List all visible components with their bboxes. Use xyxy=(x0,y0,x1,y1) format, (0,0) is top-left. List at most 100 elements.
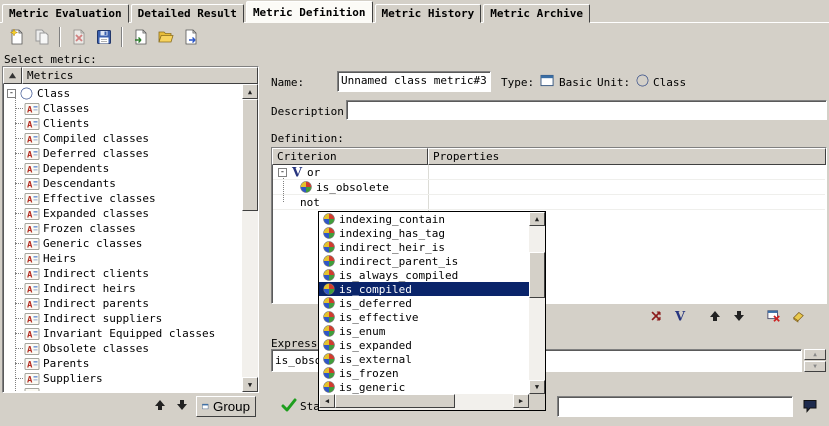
criterion-icon xyxy=(323,297,335,309)
new-metric-button[interactable] xyxy=(4,25,29,49)
dropdown-item[interactable]: is_expanded xyxy=(319,338,529,352)
scroll-up-button[interactable]: ▲ xyxy=(804,349,826,360)
move-metric-down-button[interactable] xyxy=(172,397,192,415)
tree-item[interactable]: Frozen classes xyxy=(4,221,241,236)
open-metric-button[interactable] xyxy=(153,25,178,49)
tree-scrollbar[interactable]: ▲ ▼ xyxy=(242,84,258,392)
tree-item[interactable]: Parents xyxy=(4,356,241,371)
dropdown-item[interactable]: is_enum xyxy=(319,324,529,338)
tree-item[interactable]: Effective classes xyxy=(4,191,241,206)
import-metric-button[interactable] xyxy=(128,25,153,49)
properties-column-header[interactable]: Properties xyxy=(428,148,826,165)
criterion-column-header[interactable]: Criterion xyxy=(272,148,428,165)
tab-detailed-result[interactable]: Detailed Result xyxy=(131,4,244,23)
criterion-icon xyxy=(323,269,335,281)
name-input[interactable]: Unnamed class metric#3 xyxy=(337,71,491,92)
dropdown-item[interactable]: indirect_heir_is xyxy=(319,240,529,254)
scroll-right-button[interactable]: ▶ xyxy=(513,394,529,408)
move-criterion-down-button[interactable] xyxy=(728,307,750,325)
tree-item[interactable]: Invariant Equipped classes xyxy=(4,326,241,341)
tree-item[interactable]: Indirect clients xyxy=(4,266,241,281)
tree-root-class[interactable]: - Class xyxy=(4,86,241,101)
dropdown-item[interactable]: is_effective xyxy=(319,310,529,324)
tree-item[interactable]: Compiled classes xyxy=(4,131,241,146)
definition-label: Definition: xyxy=(271,132,344,145)
swap-criterion-button[interactable] xyxy=(645,307,667,325)
tree-item[interactable]: Suppliers xyxy=(4,371,241,386)
delete-metric-button[interactable] xyxy=(66,25,91,49)
result-field[interactable] xyxy=(557,396,793,417)
change-operator-button[interactable] xyxy=(669,307,691,325)
speech-bubble-icon xyxy=(802,398,818,414)
scrollbar-thumb[interactable] xyxy=(335,394,455,408)
dropdown-item[interactable]: is_frozen xyxy=(319,366,529,380)
copy-metric-button[interactable] xyxy=(29,25,54,49)
scroll-down-button[interactable]: ▼ xyxy=(529,380,545,394)
scroll-down-button[interactable]: ▼ xyxy=(804,361,826,372)
tree-item[interactable]: Heirs xyxy=(4,251,241,266)
description-input[interactable] xyxy=(346,100,827,120)
import-metric-icon xyxy=(133,29,149,45)
criterion-icon xyxy=(323,353,335,365)
move-criterion-up-button[interactable] xyxy=(704,307,726,325)
metric-icon xyxy=(24,177,40,191)
scroll-left-button[interactable]: ◀ xyxy=(319,394,335,408)
criterion-row-or[interactable]: - or xyxy=(273,165,825,180)
metric-tree: - Class Classes Clients Compiled classes… xyxy=(4,84,241,391)
sort-ascending-icon xyxy=(8,71,17,80)
criterion-row-not[interactable]: not xyxy=(273,195,825,210)
tab-metric-history[interactable]: Metric History xyxy=(375,4,482,23)
scroll-down-button[interactable]: ▼ xyxy=(242,377,258,392)
tree-item[interactable]: Expanded classes xyxy=(4,206,241,221)
tree-item[interactable]: Indirect parents xyxy=(4,296,241,311)
clear-definition-button[interactable] xyxy=(787,307,809,325)
dropdown-item[interactable]: is_deferred xyxy=(319,296,529,310)
tab-metric-evaluation[interactable]: Metric Evaluation xyxy=(2,4,129,23)
group-toggle-button[interactable]: Group xyxy=(196,396,256,417)
toolbar-separator xyxy=(121,27,123,47)
tree-item-partial[interactable] xyxy=(4,386,241,391)
metric-icon xyxy=(24,237,40,251)
tab-bar: Metric Evaluation Detailed Result Metric… xyxy=(2,1,590,23)
dropdown-item[interactable]: is_always_compiled xyxy=(319,268,529,282)
tab-metric-archive[interactable]: Metric Archive xyxy=(483,4,590,23)
move-metric-up-button[interactable] xyxy=(150,397,170,415)
save-metric-button[interactable] xyxy=(91,25,116,49)
metrics-column-header[interactable]: Metrics xyxy=(22,67,258,84)
tree-item[interactable]: Indirect suppliers xyxy=(4,311,241,326)
tree-item[interactable]: Deferred classes xyxy=(4,146,241,161)
scroll-up-button[interactable]: ▲ xyxy=(242,84,258,99)
dropdown-item[interactable]: is_generic xyxy=(319,380,529,394)
criterion-row-is-obsolete[interactable]: is_obsolete xyxy=(273,180,825,195)
collapse-icon[interactable]: - xyxy=(278,168,287,177)
criterion-icon xyxy=(323,339,335,351)
tree-item[interactable]: Obsolete classes xyxy=(4,341,241,356)
tree-item[interactable]: Descendants xyxy=(4,176,241,191)
dropdown-item[interactable]: indirect_parent_is xyxy=(319,254,529,268)
tree-item[interactable]: Indirect heirs xyxy=(4,281,241,296)
delete-criterion-button[interactable] xyxy=(763,307,785,325)
scrollbar-thumb[interactable] xyxy=(529,252,545,298)
tab-metric-definition[interactable]: Metric Definition xyxy=(246,1,373,23)
tree-item[interactable]: Clients xyxy=(4,116,241,131)
metric-icon xyxy=(24,297,40,311)
tree-item[interactable]: Generic classes xyxy=(4,236,241,251)
dropdown-hscrollbar[interactable]: ◀ ▶ xyxy=(319,394,529,410)
comment-button[interactable] xyxy=(797,397,823,417)
dropdown-item-selected[interactable]: is_compiled xyxy=(319,282,529,296)
scroll-up-button[interactable]: ▲ xyxy=(529,212,545,226)
scrollbar-thumb[interactable] xyxy=(242,99,258,211)
sort-order-button[interactable] xyxy=(3,67,22,84)
or-operator-icon xyxy=(290,165,304,179)
collapse-icon[interactable]: - xyxy=(7,89,16,98)
dropdown-vscrollbar[interactable]: ▲ ▼ xyxy=(529,212,545,394)
tree-item[interactable]: Dependents xyxy=(4,161,241,176)
dropdown-item[interactable]: indexing_contain xyxy=(319,212,529,226)
metric-toolbar xyxy=(4,24,203,50)
dropdown-item[interactable]: is_external xyxy=(319,352,529,366)
definition-grid-header: Criterion Properties xyxy=(272,148,826,165)
metric-icon xyxy=(24,192,40,206)
dropdown-item[interactable]: indexing_has_tag xyxy=(319,226,529,240)
export-metric-button[interactable] xyxy=(178,25,203,49)
tree-item[interactable]: Classes xyxy=(4,101,241,116)
